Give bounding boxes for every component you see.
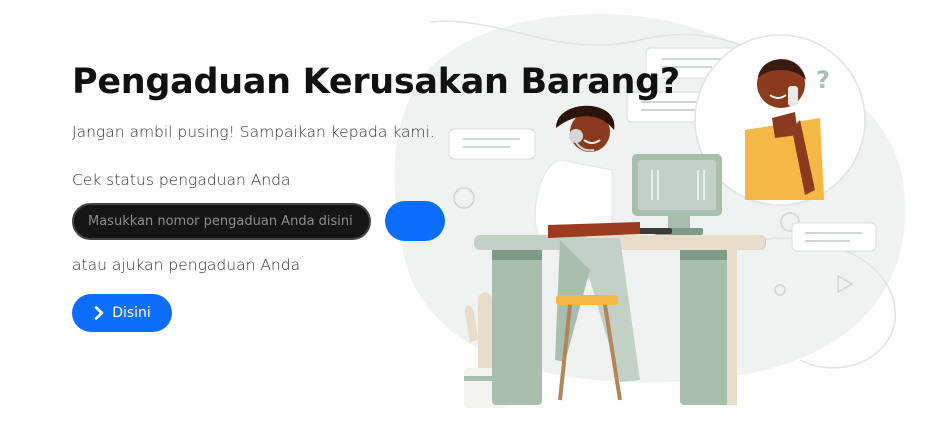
chevron-right-icon — [93, 306, 105, 320]
page-title: Pengaduan Kerusakan Barang? — [72, 62, 680, 102]
complaint-number-input[interactable] — [72, 203, 371, 240]
page-subtitle: Jangan ambil pusing! Sampaikan kepada ka… — [72, 123, 435, 141]
status-check-label: Cek status pengaduan Anda — [72, 171, 291, 189]
submit-complaint-button-label: Disini — [112, 305, 151, 321]
submit-complaint-button[interactable]: Disini — [72, 294, 172, 332]
check-status-button[interactable] — [385, 201, 445, 241]
submit-complaint-label: atau ajukan pengaduan Anda — [72, 256, 301, 274]
svg-text:?: ? — [816, 66, 830, 94]
